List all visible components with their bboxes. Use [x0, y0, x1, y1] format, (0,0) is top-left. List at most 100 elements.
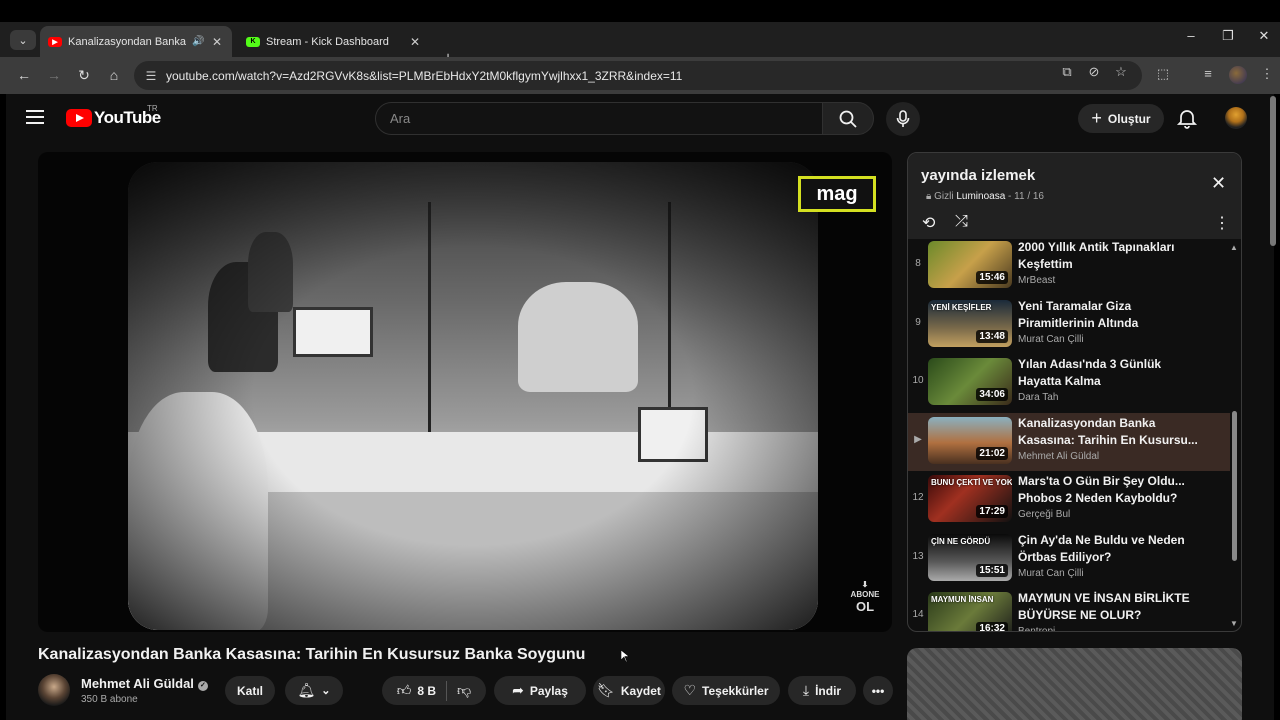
- video-player[interactable]: mag ⬇ ABONE OL: [38, 152, 892, 632]
- account-avatar[interactable]: [1225, 107, 1247, 129]
- back-icon[interactable]: ←: [15, 67, 33, 83]
- url-text: youtube.com/watch?v=Azd2RGVvK8s&list=PLM…: [166, 68, 683, 83]
- playlist-item-index: 14: [912, 609, 924, 620]
- more-actions-button[interactable]: •••: [863, 676, 893, 705]
- video-thumbnail[interactable]: MAYMUN İNSAN 16:32: [928, 592, 1012, 631]
- playlist-item-title[interactable]: Yeni Taramalar Giza Piramitlerinin Altın…: [1018, 298, 1198, 332]
- playlist-more-icon[interactable]: ⋮: [1214, 213, 1230, 233]
- join-button[interactable]: Katıl: [225, 676, 275, 705]
- channel-name[interactable]: Mehmet Ali Güldal ✓: [81, 676, 208, 691]
- like-count[interactable]: 8 B: [417, 684, 436, 698]
- playlist-item[interactable]: 8 15:46 2000 Yıllık Antik Tapınakları Keşf…: [908, 239, 1230, 295]
- video-thumbnail[interactable]: 21:02: [928, 416, 1012, 464]
- channel-avatar[interactable]: [38, 674, 70, 706]
- dislike-icon[interactable]: 👎︎: [457, 682, 471, 699]
- close-tab-icon[interactable]: ✕: [212, 35, 222, 49]
- playlist-item-channel[interactable]: Bentropi: [1018, 626, 1055, 631]
- reload-icon[interactable]: ↻: [75, 67, 93, 84]
- playlist-item-title[interactable]: Yılan Adası'nda 3 Günlük Hayatta Kalma: [1018, 356, 1198, 390]
- video-thumbnail[interactable]: ÇİN NE GÖRDÜ 15:51: [928, 533, 1012, 581]
- chevron-down-icon: ⌄: [321, 685, 331, 697]
- close-tab-icon[interactable]: ✕: [410, 35, 420, 49]
- playlist-item-title[interactable]: Mars'ta O Gün Bir Şey Oldu... Phobos 2 N…: [1018, 473, 1198, 507]
- window-close-icon[interactable]: ✕: [1254, 28, 1274, 44]
- now-playing-icon: ▶: [914, 433, 922, 445]
- playlist-item[interactable]: 12 BUNU ÇEKTİ VE YOK EDİL... 17:29 Mars'ta …: [908, 471, 1230, 529]
- video-thumbnail[interactable]: 15:46: [928, 241, 1012, 288]
- media-controls-icon[interactable]: ≡: [1199, 66, 1217, 81]
- share-button[interactable]: ➦ Paylaş: [494, 676, 586, 705]
- create-button[interactable]: + Oluştur: [1078, 104, 1164, 133]
- cast-icon[interactable]: ⧉: [1058, 64, 1076, 80]
- subscribe-watermark[interactable]: ⬇ ABONE OL: [850, 580, 880, 613]
- save-button[interactable]: 🔖︎ Kaydet: [593, 676, 665, 705]
- forward-icon[interactable]: →: [45, 67, 63, 83]
- video-thumbnail[interactable]: 34:06: [928, 358, 1012, 405]
- tab-search-button[interactable]: ⌄: [10, 30, 36, 50]
- playlist-privacy: Gizli: [934, 191, 954, 202]
- tab-youtube[interactable]: ▶ Kanalizasyondan Banka Kasası 🔊 ✕: [40, 26, 232, 57]
- thanks-label: Teşekkürler: [702, 683, 769, 698]
- youtube-logo[interactable]: YouTube TR: [66, 104, 161, 128]
- notifications-bell-icon[interactable]: [1176, 107, 1198, 129]
- thanks-button[interactable]: ♡ Teşekkürler: [672, 676, 780, 705]
- like-icon[interactable]: 👍︎: [397, 682, 412, 699]
- subscription-bell-button[interactable]: 🔔︎ ⌄: [285, 676, 343, 705]
- playlist-item-title[interactable]: 2000 Yıllık Antik Tapınakları Keşfettim: [1018, 239, 1198, 273]
- playlist-item-title[interactable]: Kanalizasyondan Banka Kasasına: Tarihin …: [1018, 415, 1198, 449]
- playlist-item-index: 9: [915, 316, 921, 328]
- video-duration: 13:48: [976, 329, 1008, 343]
- browser-profile-avatar[interactable]: [1229, 66, 1247, 84]
- home-icon[interactable]: ⌂: [105, 67, 123, 83]
- playlist-scrollbar[interactable]: [1232, 411, 1237, 561]
- page-scrollbar[interactable]: [1270, 96, 1276, 246]
- playlist-item-channel[interactable]: Murat Can Çilli: [1018, 568, 1084, 579]
- playlist-item-channel[interactable]: MrBeast: [1018, 275, 1055, 286]
- download-icon: ⤓: [802, 682, 810, 698]
- video-thumbnail[interactable]: BUNU ÇEKTİ VE YOK EDİL... 17:29: [928, 475, 1012, 522]
- playlist-item-channel[interactable]: Mehmet Ali Güldal: [1018, 451, 1099, 462]
- bookmark-star-icon[interactable]: ☆: [1112, 64, 1130, 80]
- restore-icon[interactable]: ❐: [1218, 28, 1238, 44]
- playlist-item-channel[interactable]: Murat Can Çilli: [1018, 334, 1084, 345]
- playlist-item[interactable]: 14 MAYMUN İNSAN 16:32 MAYMUN VE İNSAN BİRLİ…: [908, 588, 1230, 631]
- playlist-owner[interactable]: Luminoasa: [956, 191, 1005, 202]
- voice-search-button[interactable]: [886, 102, 920, 136]
- playlist-item-index: 13: [912, 550, 924, 562]
- browser-menu-icon[interactable]: ⋮: [1258, 66, 1276, 82]
- shuffle-icon[interactable]: ⤮: [955, 213, 968, 231]
- playlist-item-title[interactable]: MAYMUN VE İNSAN BİRLİKTE BÜYÜRSE NE OLUR…: [1018, 590, 1198, 624]
- minimize-icon[interactable]: –: [1181, 28, 1201, 43]
- plus-icon: +: [1091, 108, 1102, 128]
- download-button[interactable]: ⤓ İndir: [788, 676, 856, 705]
- video-title: Kanalizasyondan Banka Kasasına: Tarihin …: [38, 646, 586, 663]
- abone-ol-label: OL: [855, 599, 875, 614]
- playlist-item-title[interactable]: Çin Ay'da Ne Buldu ve Neden Örtbas Edili…: [1018, 532, 1198, 566]
- scroll-up-icon[interactable]: ▲: [1230, 243, 1238, 252]
- eye-off-icon[interactable]: ⊘: [1085, 64, 1103, 80]
- kick-favicon-icon: K: [246, 36, 260, 47]
- site-info-icon[interactable]: ☰: [142, 69, 160, 83]
- playlist-item[interactable]: ▶ 21:02 Kanalizasyondan Banka Kasasına: Ta…: [908, 412, 1230, 471]
- tab-kick[interactable]: K Stream - Kick Dashboard ✕: [238, 26, 430, 57]
- playlist-title[interactable]: yayında izlemek: [921, 167, 1035, 184]
- scroll-down-icon[interactable]: ▼: [1230, 619, 1238, 628]
- search-button[interactable]: [822, 102, 874, 135]
- close-playlist-icon[interactable]: ✕: [1211, 173, 1226, 194]
- playlist-item[interactable]: 13 ÇİN NE GÖRDÜ 15:51 Çin Ay'da Ne Buldu ve…: [908, 530, 1230, 588]
- address-bar[interactable]: ☰ youtube.com/watch?v=Azd2RGVvK8s&list=P…: [134, 61, 1142, 90]
- video-duration: 21:02: [976, 446, 1008, 460]
- tab-strip: ⌄ ▶ Kanalizasyondan Banka Kasası 🔊 ✕ K S…: [0, 22, 1280, 67]
- menu-icon[interactable]: [26, 110, 44, 124]
- ad-placeholder[interactable]: [907, 648, 1242, 720]
- audio-playing-icon[interactable]: 🔊: [192, 36, 204, 47]
- search-input[interactable]: Ara: [375, 102, 823, 135]
- extensions-icon[interactable]: ⬚: [1154, 66, 1172, 82]
- playlist-item-index: 8: [915, 258, 921, 269]
- playlist-item-channel[interactable]: Dara Tah: [1018, 392, 1058, 403]
- playlist-item[interactable]: 10 34:06 Yılan Adası'nda 3 Günlük Hayatta …: [908, 354, 1230, 412]
- loop-icon[interactable]: ⟲: [922, 213, 935, 233]
- video-thumbnail[interactable]: YENİ KEŞİFLER 13:48: [928, 299, 1012, 347]
- playlist-item-channel[interactable]: Gerçeği Bul: [1018, 509, 1070, 520]
- playlist-item[interactable]: 9 YENİ KEŞİFLER 13:48 Yeni Taramalar Giza P…: [908, 296, 1230, 354]
